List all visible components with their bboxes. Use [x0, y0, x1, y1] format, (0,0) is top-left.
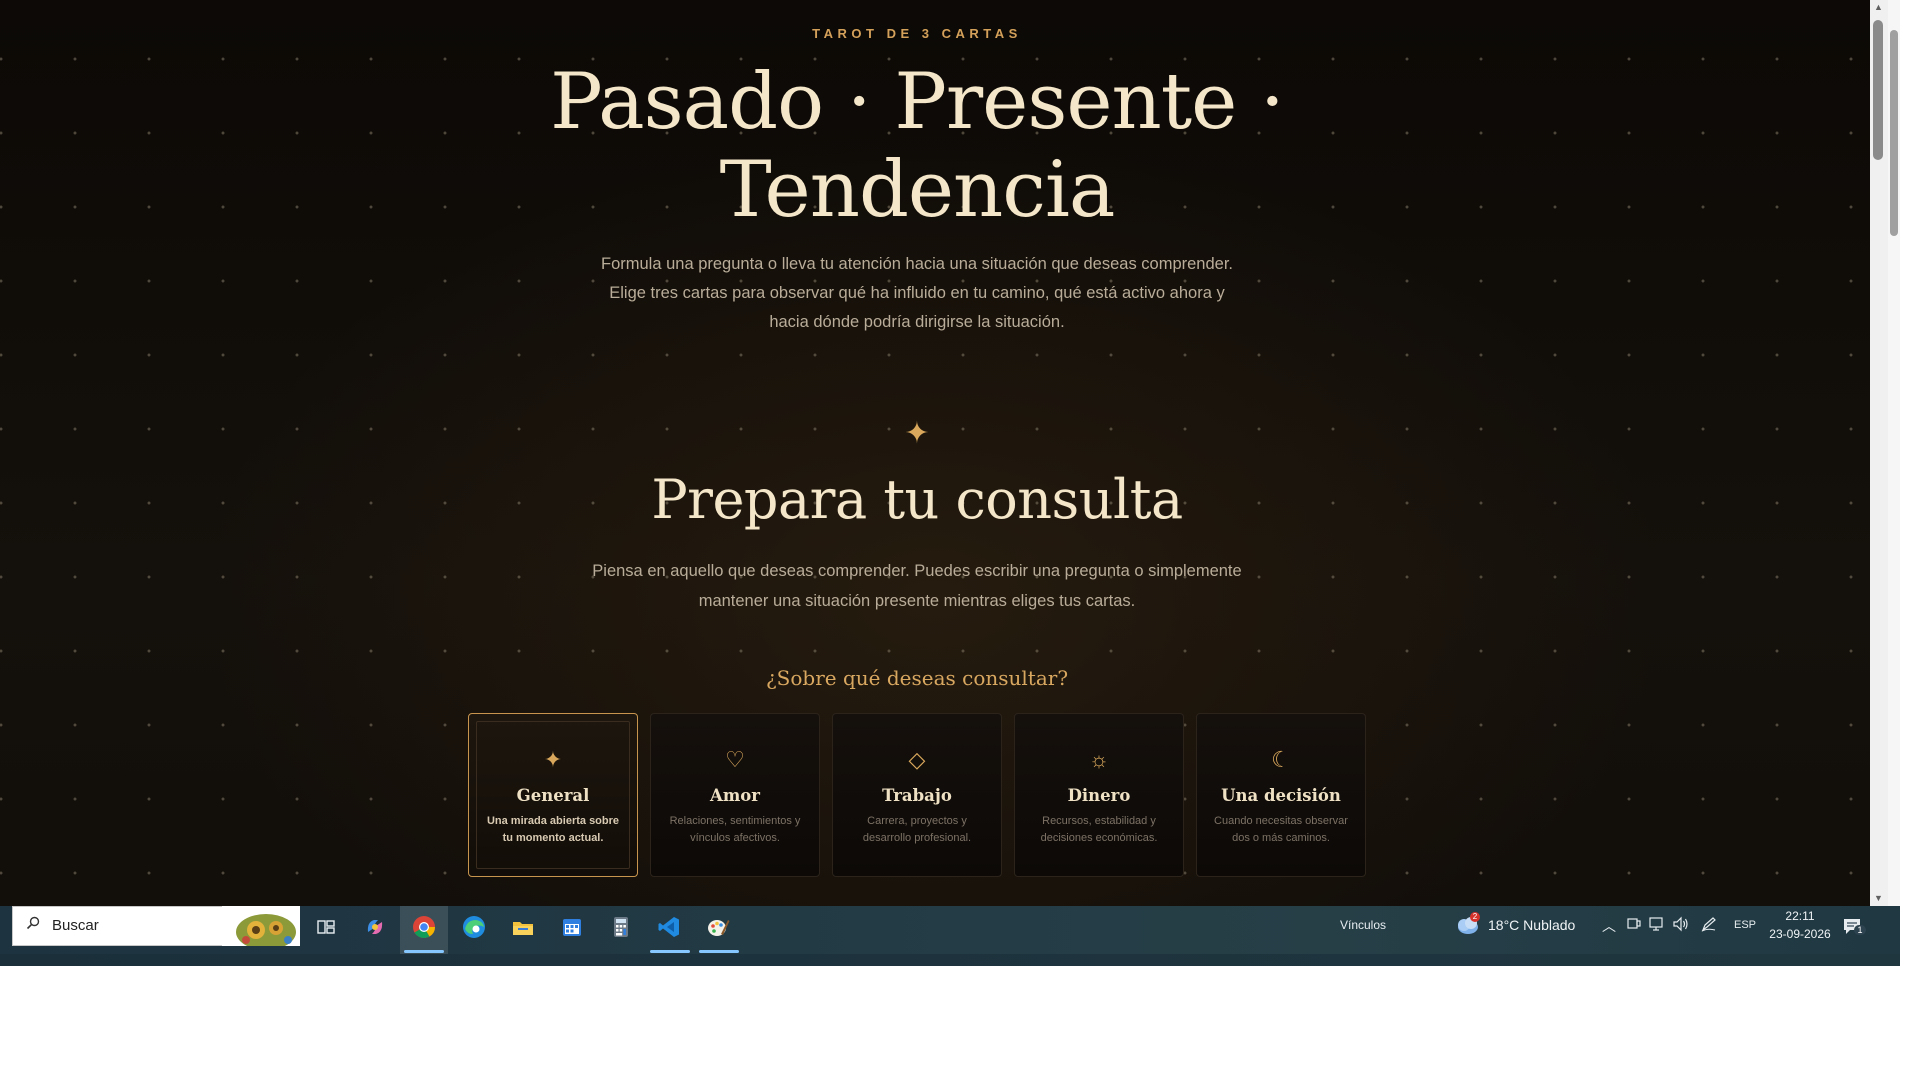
vscode-icon[interactable] — [656, 914, 682, 940]
category-card-general[interactable]: ✦ General Una mirada abierta sobre tu mo… — [468, 713, 638, 877]
weather-alert-badge: 2 — [1470, 912, 1480, 922]
pen-icon[interactable] — [1700, 916, 1718, 932]
clock-date[interactable]: 23-09-2026 — [1764, 927, 1836, 941]
hero-title-line-1: Pasado · Presente · — [550, 57, 1285, 147]
outer-scrollbar-thumb[interactable] — [1890, 30, 1898, 236]
category-card-amor[interactable]: ♡ Amor Relaciones, sentimientos y víncul… — [650, 713, 820, 877]
weather-text[interactable]: 18°C Nublado — [1488, 917, 1575, 933]
eyebrow-label: TAROT DE 3 CARTAS — [812, 26, 1022, 41]
paint-icon[interactable] — [705, 914, 731, 940]
browser-viewport: TAROT DE 3 CARTAS Pasado · Presente · Te… — [0, 0, 1920, 966]
hero-title: Pasado · Presente · Tendencia — [0, 58, 1834, 234]
category-card-trabajo[interactable]: ◇ Trabajo Carrera, proyectos y desarroll… — [832, 713, 1002, 877]
diamond-icon: ◇ — [908, 747, 926, 772]
calculator-icon[interactable] — [608, 914, 634, 940]
chrome-running-indicator — [404, 950, 444, 953]
moon-icon: ☾ — [1271, 747, 1291, 772]
section-description: Piensa en aquello que deseas comprender.… — [592, 562, 1242, 610]
category-title: Amor — [710, 786, 760, 805]
category-card-dinero[interactable]: ☼ Dinero Recursos, estabilidad y decisio… — [1014, 713, 1184, 877]
category-card-decision[interactable]: ☾ Una decisión Cuando necesitas observar… — [1196, 713, 1366, 877]
category-description: Recursos, estabilidad y decisiones econó… — [1040, 815, 1158, 844]
category-title: General — [516, 786, 590, 805]
meeting-icon[interactable] — [1626, 916, 1642, 932]
scroll-down-arrow-icon[interactable]: ▼ — [1874, 893, 1883, 903]
chrome-icon[interactable] — [411, 914, 437, 940]
tarot-page: TAROT DE 3 CARTAS Pasado · Presente · Te… — [0, 0, 1870, 966]
consult-question: ¿Sobre qué deseas consultar? — [765, 666, 1069, 690]
copilot-icon[interactable] — [362, 914, 388, 940]
category-description: Carrera, proyectos y desarrollo profesio… — [862, 815, 972, 844]
search-highlight-image — [222, 906, 300, 946]
calendar-icon[interactable] — [559, 914, 585, 940]
file-explorer-icon[interactable] — [510, 914, 536, 940]
hero-title-line-2: Tendencia — [719, 145, 1116, 235]
hero-description: Formula una pregunta o lleva tu atención… — [601, 255, 1233, 331]
language-indicator[interactable]: ESP — [1734, 919, 1756, 931]
category-description: Una mirada abierta sobre tu momento actu… — [486, 815, 620, 844]
category-title: Una decisión — [1221, 786, 1341, 805]
search-placeholder[interactable]: Buscar — [52, 917, 99, 934]
category-options: ✦ General Una mirada abierta sobre tu mo… — [468, 713, 1366, 877]
category-title: Trabajo — [882, 786, 952, 805]
clock-time[interactable]: 22:11 — [1774, 909, 1826, 923]
scrollbar-thumb[interactable] — [1873, 20, 1883, 160]
chevron-up-icon[interactable]: ︿ — [1602, 916, 1616, 936]
taskbar-ghost-strip — [0, 954, 1900, 966]
category-title: Dinero — [1067, 786, 1131, 805]
vscode-running-indicator — [650, 950, 690, 953]
edge-icon[interactable] — [461, 914, 487, 940]
four-point-star-icon: ✦ — [543, 747, 563, 772]
taskbar-links-toolbar[interactable]: Vínculos — [1340, 918, 1386, 932]
volume-icon[interactable] — [1672, 916, 1690, 932]
scroll-up-arrow-icon[interactable]: ▲ — [1874, 2, 1883, 12]
network-icon[interactable] — [1648, 916, 1666, 932]
task-view-icon[interactable] — [313, 914, 339, 940]
section-title: Prepara tu consulta — [651, 468, 1183, 531]
sun-icon: ☼ — [1088, 747, 1110, 772]
category-description: Cuando necesitas observar dos o más cami… — [1214, 815, 1348, 844]
paint-running-indicator — [699, 950, 739, 953]
notification-count-badge: 1 — [1854, 925, 1866, 935]
heart-icon: ♡ — [725, 747, 745, 772]
category-description: Relaciones, sentimientos y vínculos afec… — [669, 815, 801, 844]
four-point-star-icon: ✦ — [904, 417, 930, 450]
search-icon — [26, 916, 40, 930]
window-edge — [1900, 0, 1920, 966]
